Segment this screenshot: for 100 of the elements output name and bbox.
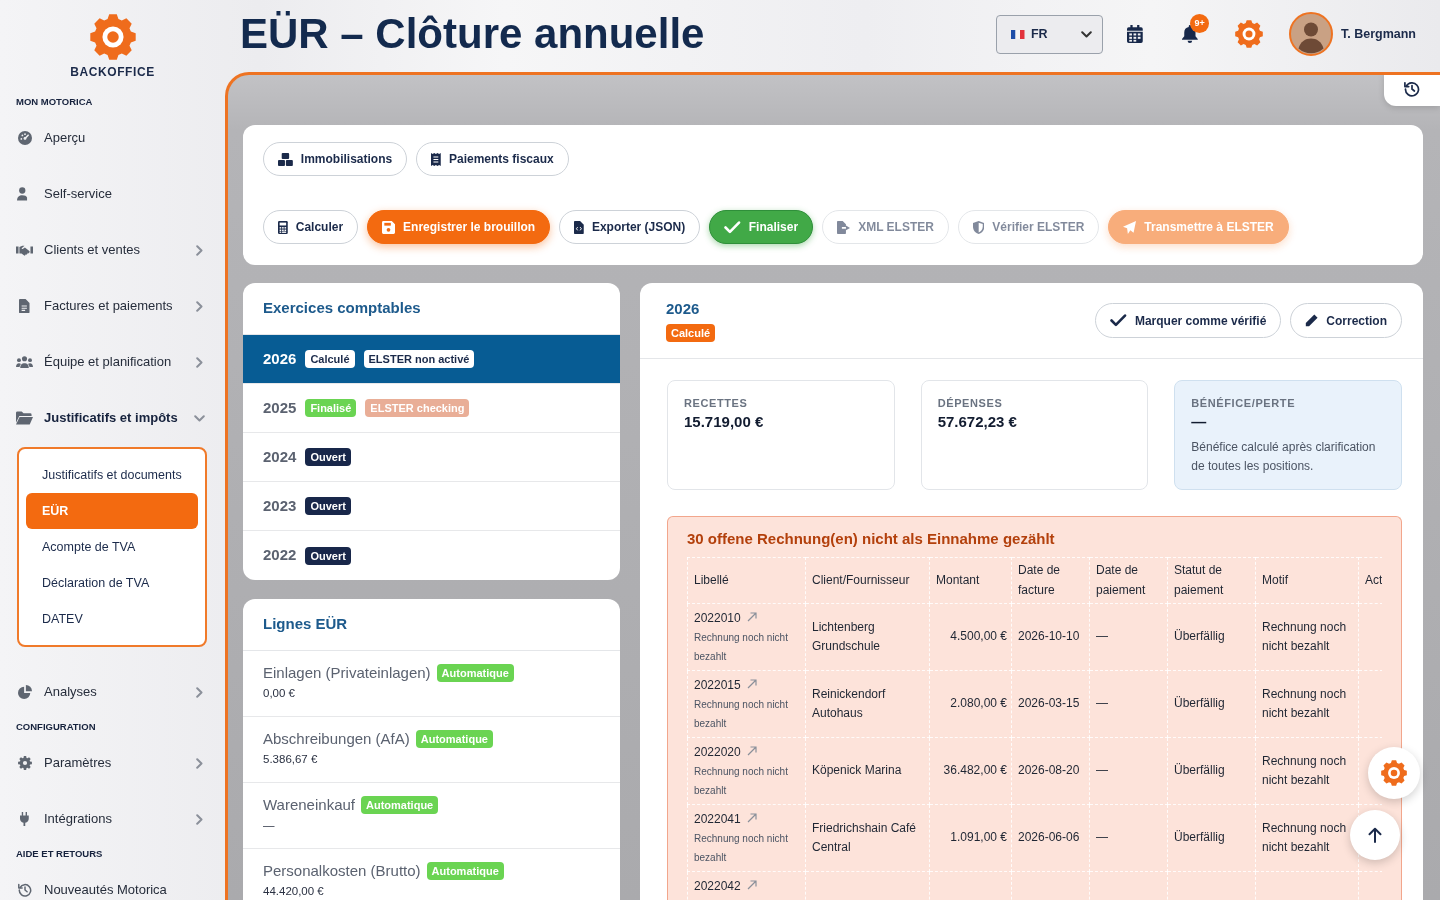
gear-logo-icon[interactable] — [89, 14, 136, 60]
invoice-amount: 2.080,00 € — [950, 695, 1007, 712]
invoice-number: 2022020 — [694, 743, 741, 761]
invoice-note: Rechnung noch nicht bezahlt — [694, 831, 789, 865]
payment-date: — — [1096, 695, 1108, 712]
pencil-icon — [1305, 314, 1319, 327]
chevron-right-icon — [196, 813, 203, 825]
line-label: Abschreibungen (AfA) — [263, 730, 410, 748]
fiscal-year-row[interactable]: 2023 Ouvert — [243, 482, 620, 531]
mode-badge: Automatique — [415, 730, 493, 748]
export-json-button[interactable]: Exporter (JSON) — [559, 210, 701, 244]
sidebar-item[interactable]: Analyses — [16, 683, 207, 701]
column-header: Motif — [1255, 557, 1359, 603]
chevron-down-icon — [1081, 30, 1093, 38]
invoice-number: 2022015 — [694, 676, 741, 694]
invoice-date: 2026-10-10 — [1018, 628, 1080, 645]
status-badge: Ouvert — [305, 546, 351, 565]
tax-payments-button[interactable]: Paiements fiscaux — [416, 142, 569, 176]
brand-name: BACKOFFICE — [70, 65, 155, 79]
stat-label: RECETTES — [684, 397, 748, 409]
language-select[interactable]: FR — [996, 14, 1104, 54]
payment-status: Überfällig — [1174, 695, 1225, 712]
client-name: Friedrichshain Café Central — [812, 819, 918, 856]
sidebar-item[interactable]: Aperçu — [16, 129, 207, 147]
status-badge: ELSTER non activé — [363, 350, 475, 368]
gear-logo-icon — [1381, 760, 1407, 786]
sidebar-item[interactable]: Self-service — [16, 185, 207, 203]
fiscal-year-row[interactable]: 2026 Calculé ELSTER non activé — [243, 335, 620, 384]
file-code-icon — [574, 220, 584, 234]
column-header: Libellé — [687, 557, 806, 603]
stat-label: BÉNÉFICE/PERTE — [1191, 397, 1296, 409]
sidebar-item[interactable]: Paramètres — [16, 754, 207, 772]
pie-chart-icon — [17, 685, 32, 699]
submenu-item[interactable]: Acompte de TVA — [26, 529, 198, 565]
client-name: Lichtenberg Grundschule — [812, 618, 882, 655]
user-name: T. Bergmann — [1341, 25, 1416, 43]
line-amount: 5.386,67 € — [263, 752, 318, 766]
gear-logo-icon[interactable] — [1235, 20, 1263, 48]
sidebar-item[interactable]: Intégrations — [16, 810, 207, 828]
stat-value: 57.672,23 € — [937, 412, 1017, 430]
payment-date: — — [1096, 628, 1108, 645]
stat-value: 15.719,00 € — [684, 412, 764, 430]
chevron-right-icon — [196, 356, 203, 368]
settings-icon — [17, 756, 32, 770]
submenu-item[interactable]: Justificatifs et documents — [26, 457, 198, 493]
sidebar-item[interactable]: Justificatifs et impôts — [16, 409, 207, 427]
external-link-icon[interactable] — [746, 879, 757, 890]
mark-verified-button[interactable]: Marquer comme vérifié — [1095, 303, 1282, 338]
external-link-icon[interactable] — [746, 678, 757, 689]
invoice-note: Rechnung noch nicht bezahlt — [694, 764, 789, 798]
calendar-icon[interactable] — [1127, 25, 1144, 43]
external-link-icon[interactable] — [746, 812, 757, 823]
fiscal-year-row[interactable]: 2025 Finalisé ELSTER checking — [243, 384, 620, 433]
invoice-date: 2026-06-06 — [1018, 829, 1080, 846]
document-icon — [19, 299, 30, 313]
sidebar-item[interactable]: Factures et paiements — [16, 297, 207, 315]
payment-date: — — [1096, 829, 1108, 846]
calculator-icon — [278, 220, 288, 234]
submenu-item[interactable]: DATEV — [26, 601, 198, 637]
status-badge: Calculé — [666, 323, 716, 342]
shield-icon — [972, 220, 985, 234]
year-label: 2024 — [263, 446, 297, 467]
check-icon — [1110, 314, 1127, 327]
payment-status: Überfällig — [1174, 762, 1225, 779]
chevron-right-icon — [196, 244, 203, 256]
year-label: 2022 — [263, 545, 297, 566]
avatar-icon[interactable] — [1289, 12, 1333, 56]
sidebar-item[interactable]: Nouveautés Motorica — [16, 881, 207, 899]
users-icon — [16, 355, 33, 369]
history-button[interactable] — [1384, 75, 1440, 106]
calculate-button[interactable]: Calculer — [263, 210, 359, 244]
external-link-icon[interactable] — [746, 611, 757, 622]
history-icon — [1404, 81, 1420, 97]
year-label: 2025 — [263, 397, 297, 418]
invoice-amount: 4.500,00 € — [950, 628, 1007, 645]
year-heading: 2026 — [666, 299, 700, 318]
arrow-up-icon — [1368, 827, 1382, 843]
line-amount: 0,00 € — [263, 686, 295, 700]
mode-badge: Automatique — [361, 796, 439, 814]
invoice-date: 2026-03-15 — [1018, 695, 1080, 712]
column-header: Montant — [929, 557, 1012, 603]
reason-text: Rechnung noch nicht bezahlt — [1262, 618, 1348, 655]
external-link-icon[interactable] — [746, 745, 757, 756]
sidebar-item[interactable]: Équipe et planification — [16, 353, 207, 371]
fiscal-year-row[interactable]: 2024 Ouvert — [243, 433, 620, 482]
history-icon — [17, 883, 32, 897]
stat-note: Bénéfice calculé après clarification de toutes les positions. — [1191, 439, 1377, 475]
column-header: Act — [1358, 557, 1382, 603]
correction-button[interactable]: Correction — [1290, 303, 1402, 338]
mode-badge: Automatique — [436, 664, 514, 682]
invoice-amount: 36.482,00 € — [943, 762, 1007, 779]
invoice-note: Rechnung noch nicht bezahlt — [694, 630, 789, 664]
fiscal-year-row[interactable]: 2022 Ouvert — [243, 531, 620, 580]
year-label: 2023 — [263, 495, 297, 516]
bell-icon[interactable] — [1182, 25, 1198, 43]
sidebar-item[interactable]: Clients et ventes — [16, 241, 207, 259]
column-header: Date de facture — [1011, 557, 1090, 603]
invoice-number: 2022041 — [694, 810, 741, 828]
assets-button[interactable]: Immobilisations — [263, 142, 408, 176]
submenu-item[interactable]: Déclaration de TVA — [26, 565, 198, 601]
